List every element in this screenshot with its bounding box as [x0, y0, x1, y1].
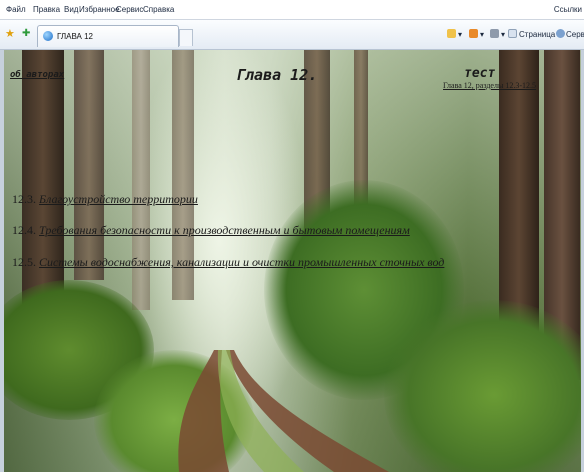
tools-menu-button[interactable]: Сервис ▾: [566, 30, 584, 39]
home-icon[interactable]: [447, 29, 456, 38]
tab-chapter-12[interactable]: ГЛАВА 12: [37, 25, 179, 47]
print-dropdown-icon[interactable]: ▾: [501, 30, 505, 39]
about-authors-link[interactable]: об авторах: [10, 70, 64, 80]
feeds-icon[interactable]: [469, 29, 478, 38]
favorites-star-icon[interactable]: ★: [5, 28, 15, 40]
home-dropdown-icon[interactable]: ▾: [458, 30, 462, 39]
tools-menu-label: Сервис: [566, 30, 584, 39]
chapter-title: Глава 12.: [236, 66, 318, 84]
test-link[interactable]: Глава 12, разделы 12.3-12.5: [443, 81, 536, 90]
tools-icon: [556, 29, 565, 38]
menu-help[interactable]: Справка: [143, 5, 174, 14]
browser-window: Файл Правка Вид Избранное Сервис Справка…: [0, 0, 584, 472]
ie-page-icon: [43, 31, 53, 41]
tab-title: ГЛАВА 12: [57, 32, 93, 41]
page-content: об авторах Глава 12. тест Глава 12, разд…: [4, 50, 584, 472]
page-icon: [508, 29, 517, 38]
new-tab-button[interactable]: [179, 29, 193, 46]
tab-toolbar: ★ ✚ ГЛАВА 12 ▾ ▾ ▾ Страница ▾ Сервис ▾: [0, 20, 584, 50]
feeds-dropdown-icon[interactable]: ▾: [480, 30, 484, 39]
section-link[interactable]: Системы водоснабжения, канализации и очи…: [39, 255, 444, 269]
section-link[interactable]: Требования безопасности к производственн…: [39, 223, 410, 237]
print-icon[interactable]: [490, 29, 499, 38]
links-menu[interactable]: Ссылки: [554, 5, 582, 14]
section-link[interactable]: Благоустройство территории: [39, 192, 198, 206]
section-number: 12.3.: [12, 192, 36, 206]
section-number: 12.4.: [12, 223, 36, 237]
section-12-4: 12.4. Требования безопасности к производ…: [12, 223, 410, 238]
menu-favorites[interactable]: Избранное: [79, 5, 120, 14]
section-12-5: 12.5. Системы водоснабжения, канализации…: [12, 255, 444, 270]
menu-tools[interactable]: Сервис: [116, 5, 143, 14]
add-favorite-icon[interactable]: ✚: [22, 28, 30, 40]
section-12-3: 12.3. Благоустройство территории: [12, 192, 198, 207]
menu-view[interactable]: Вид: [64, 5, 78, 14]
menu-edit[interactable]: Правка: [33, 5, 60, 14]
section-number: 12.5.: [12, 255, 36, 269]
test-title: тест: [464, 66, 496, 81]
menu-bar: Файл Правка Вид Избранное Сервис Справка…: [0, 0, 584, 20]
page-menu-label: Страница: [519, 30, 556, 39]
menu-file[interactable]: Файл: [6, 5, 26, 14]
